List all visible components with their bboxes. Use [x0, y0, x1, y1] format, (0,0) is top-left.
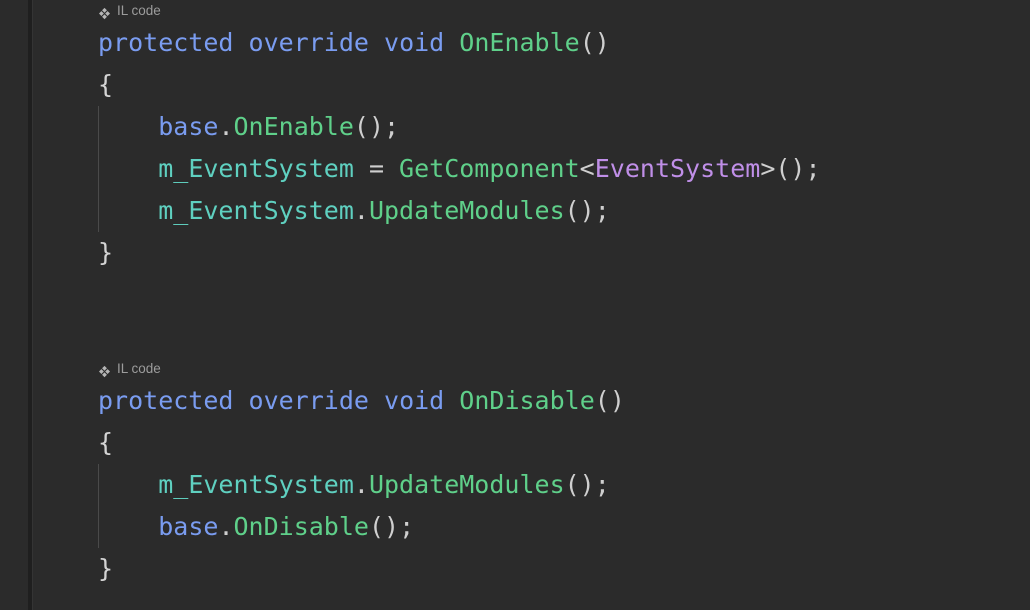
- field-name-token: m_EventSystem: [158, 470, 354, 499]
- four-diamond-icon: [98, 363, 111, 377]
- punctuation-token: =: [353, 154, 400, 183]
- code-lens-label[interactable]: IL code: [117, 358, 161, 380]
- code-line-method-signature[interactable]: protected override void OnEnable(): [33, 22, 1030, 64]
- punctuation-token: ();: [368, 512, 415, 541]
- code-line-close-brace[interactable]: }: [33, 232, 1030, 274]
- method-body: m_EventSystem.UpdateModules(); base.OnDi…: [33, 464, 1030, 548]
- keyword-token: override: [248, 386, 369, 415]
- keyword-token: void: [384, 386, 445, 415]
- blank-line[interactable]: [33, 316, 1030, 358]
- type-name-token: EventSystem: [594, 154, 761, 183]
- four-diamond-icon: [98, 5, 111, 19]
- code-surface[interactable]: IL code protected override void OnEnable(…: [33, 0, 1030, 610]
- method-name-token: OnDisable: [233, 512, 369, 541]
- keyword-token: protected: [98, 386, 234, 415]
- punctuation-token: .: [218, 112, 234, 141]
- parentheses-token: (): [579, 28, 610, 57]
- punctuation-token: ();: [353, 112, 400, 141]
- punctuation-token: ();: [564, 196, 610, 225]
- keyword-token: protected: [98, 28, 234, 57]
- parentheses-token: (): [594, 386, 625, 415]
- punctuation-token: ();: [564, 470, 610, 499]
- field-name-token: m_EventSystem: [158, 154, 354, 183]
- punctuation-token: .: [218, 512, 234, 541]
- keyword-token: base: [158, 112, 219, 141]
- code-editor[interactable]: IL code protected override void OnEnable(…: [0, 0, 1030, 610]
- method-name-token: OnDisable: [459, 386, 595, 415]
- code-line-method-signature[interactable]: protected override void OnDisable(): [33, 380, 1030, 422]
- method-name-token: OnEnable: [233, 112, 354, 141]
- code-lens-il-code[interactable]: IL code: [33, 0, 1030, 22]
- code-lens-il-code[interactable]: IL code: [33, 358, 1030, 380]
- blank-line[interactable]: [33, 274, 1030, 316]
- brace-token: }: [98, 554, 114, 583]
- punctuation-token: .: [353, 470, 369, 499]
- method-body: base.OnEnable(); m_EventSystem = GetComp…: [33, 106, 1030, 232]
- code-line-statement[interactable]: m_EventSystem.UpdateModules();: [33, 464, 1030, 506]
- method-name-token: UpdateModules: [368, 470, 565, 499]
- code-line-statement[interactable]: m_EventSystem = GetComponent<EventSystem…: [33, 148, 1030, 190]
- code-line-open-brace[interactable]: {: [33, 422, 1030, 464]
- method-name-token: GetComponent: [399, 154, 580, 183]
- code-line-statement[interactable]: base.OnEnable();: [33, 106, 1030, 148]
- code-line-statement[interactable]: m_EventSystem.UpdateModules();: [33, 190, 1030, 232]
- punctuation-token: <: [579, 154, 595, 183]
- code-lens-label[interactable]: IL code: [117, 0, 161, 22]
- punctuation-token: .: [353, 196, 369, 225]
- punctuation-token: >();: [760, 154, 821, 183]
- code-line-open-brace[interactable]: {: [33, 64, 1030, 106]
- brace-token: }: [98, 238, 114, 267]
- code-line-close-brace[interactable]: }: [33, 548, 1030, 590]
- method-name-token: OnEnable: [459, 28, 580, 57]
- keyword-token: override: [248, 28, 369, 57]
- brace-token: {: [98, 70, 114, 99]
- keyword-token: base: [158, 512, 219, 541]
- field-name-token: m_EventSystem: [158, 196, 354, 225]
- brace-token: {: [98, 428, 114, 457]
- code-line-statement[interactable]: base.OnDisable();: [33, 506, 1030, 548]
- method-name-token: UpdateModules: [368, 196, 565, 225]
- keyword-token: void: [384, 28, 445, 57]
